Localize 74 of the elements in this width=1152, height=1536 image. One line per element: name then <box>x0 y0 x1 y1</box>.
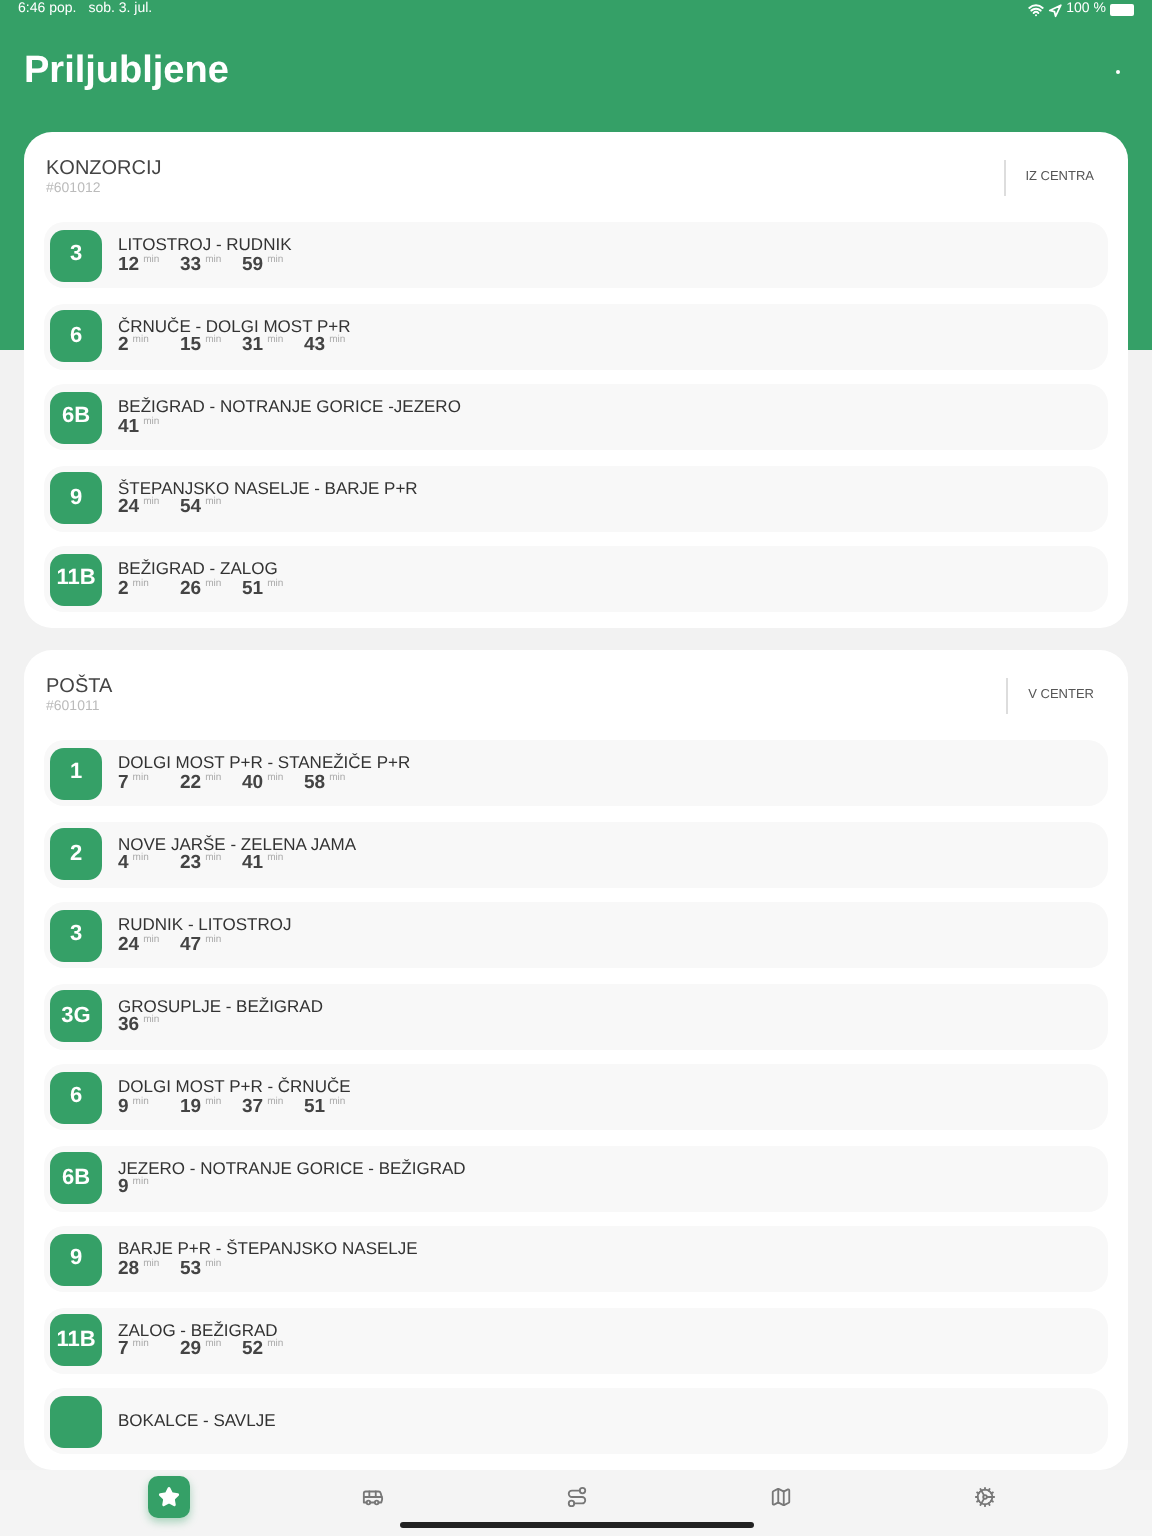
arrival-time: 4 <box>118 854 129 873</box>
route-title: BEŽIGRAD - ZALOG <box>118 560 280 577</box>
line-badge: 3 <box>50 229 102 281</box>
arrival-time: 9 <box>118 1178 129 1197</box>
arrival-time: 7 <box>118 773 129 792</box>
route-title: DOLGI MOST P+R - STANEŽIČE P+R <box>118 754 411 771</box>
arrival-time: 2 <box>118 336 129 355</box>
arrival-time: 7 <box>118 1340 129 1359</box>
route-title: RUDNIK - LITOSTROJ <box>118 916 292 933</box>
arrival-time: 15 <box>180 336 202 355</box>
arrival-time: 31 <box>242 336 264 355</box>
star-icon <box>157 1485 179 1507</box>
arrival-time: 53 <box>180 1259 202 1278</box>
arrival-time: 22 <box>180 773 202 792</box>
station-name: KONZORCIJ <box>46 159 162 179</box>
arrival-time: 52 <box>242 1340 264 1359</box>
arrival-time: 41 <box>118 417 140 436</box>
route-title: ZALOG - BEŽIGRAD <box>118 1321 278 1338</box>
arrival-time: 9 <box>118 1097 129 1116</box>
line-badge: 11B <box>50 1314 102 1366</box>
route-title: BEŽIGRAD - NOTRANJE GORICE -JEZERO <box>118 398 461 415</box>
page-title: Priljubljene <box>24 48 229 96</box>
line-badge: 3G <box>50 990 102 1042</box>
arrival-time: 37 <box>242 1097 264 1116</box>
line-badge: 6B <box>50 391 102 443</box>
line-badge: 1 <box>50 747 102 799</box>
arrival-time: 24 <box>118 498 140 517</box>
route-title: LITOSTROJ - RUDNIK <box>118 236 294 253</box>
line-badge: 9 <box>50 472 102 524</box>
arrival-time: 51 <box>242 579 264 598</box>
line-badge: 11B <box>50 553 102 605</box>
arrival-time: 2 <box>118 579 129 598</box>
route-title: ČRNUČE - DOLGI MOST P+R <box>118 317 353 334</box>
route-title: BOKALCE - SAVLJE <box>118 1412 276 1430</box>
line-badge <box>50 1395 102 1447</box>
line-badge: 3 <box>50 909 102 961</box>
arrival-time: 28 <box>118 1259 140 1278</box>
settings-icon <box>973 1485 995 1507</box>
route-title: BARJE P+R - ŠTEPANJSKO NASELJE <box>118 1240 418 1257</box>
line-badge: 9 <box>50 1233 102 1285</box>
battery-icon <box>1110 4 1134 17</box>
arrival-time: 26 <box>180 579 202 598</box>
wifi-icon <box>1028 2 1045 19</box>
route-title: GROSUPLJE - BEŽIGRAD <box>118 997 323 1014</box>
arrival-time: 40 <box>242 773 264 792</box>
route-title: DOLGI MOST P+R - ČRNUČE <box>118 1078 353 1095</box>
bus-icon <box>361 1485 383 1507</box>
route-icon <box>565 1485 587 1507</box>
arrival-time: 51 <box>304 1097 326 1116</box>
arrival-time: 58 <box>304 773 326 792</box>
arrival-time: 23 <box>180 854 202 873</box>
line-badge: 2 <box>50 828 102 880</box>
arrival-time: 54 <box>180 498 202 517</box>
location-icon <box>1048 3 1063 18</box>
arrival-time: 41 <box>242 854 264 873</box>
arrival-time: 19 <box>180 1097 202 1116</box>
line-badge: 6 <box>50 1071 102 1123</box>
arrival-time: 59 <box>242 255 264 274</box>
route-title: ŠTEPANJSKO NASELJE - BARJE P+R <box>118 479 418 496</box>
line-badge: 6B <box>50 1152 102 1204</box>
station-name: POŠTA <box>46 677 113 697</box>
arrival-time: 24 <box>118 935 140 954</box>
map-icon <box>769 1485 791 1507</box>
tab-button[interactable] <box>147 1475 189 1517</box>
route-title: NOVE JARŠE - ZELENA JAMA <box>118 835 357 852</box>
arrival-time: 47 <box>180 935 202 954</box>
arrival-time: 33 <box>180 255 202 274</box>
line-badge: 6 <box>50 310 102 362</box>
route-title: JEZERO - NOTRANJE GORICE - BEŽIGRAD <box>118 1159 466 1176</box>
arrival-time: 43 <box>304 336 326 355</box>
arrival-time: 29 <box>180 1340 202 1359</box>
arrival-time: 12 <box>118 255 140 274</box>
arrival-time: 36 <box>118 1016 140 1035</box>
route-row[interactable]: BOKALCE - SAVLJE <box>44 1388 1108 1454</box>
